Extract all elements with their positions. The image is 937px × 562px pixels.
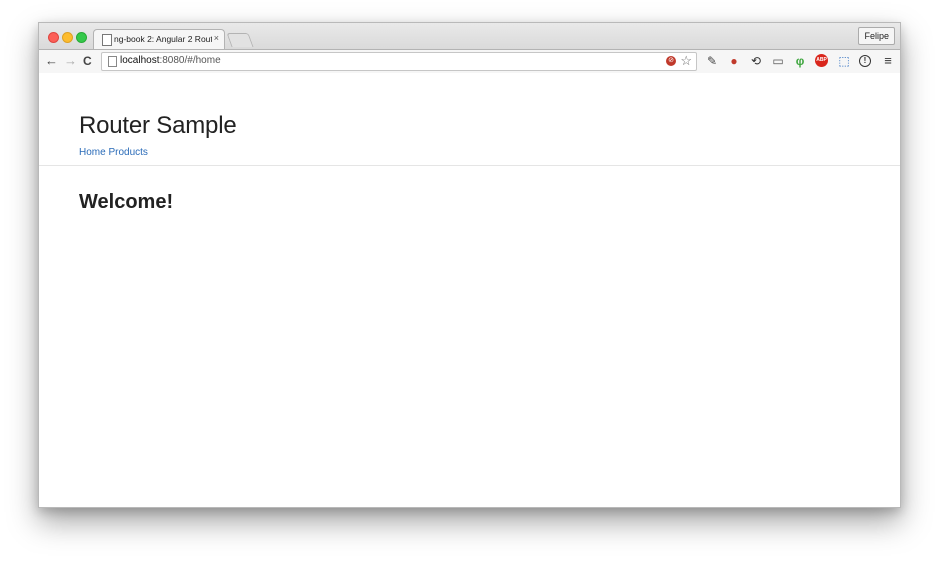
profile-button[interactable]: Felipe: [858, 27, 895, 45]
browser-tab[interactable]: ng-book 2: Angular 2 Rout ×: [93, 29, 225, 50]
minimize-window-button[interactable]: [62, 32, 73, 43]
forward-button[interactable]: →: [64, 54, 77, 68]
url-text: localhost:8080/#/home: [120, 55, 221, 66]
nav-link-home[interactable]: Home: [79, 147, 106, 158]
browser-window: ng-book 2: Angular 2 Rout × Felipe ← → C…: [38, 22, 901, 508]
welcome-heading: Welcome!: [79, 191, 174, 213]
zoom-window-button[interactable]: [76, 32, 87, 43]
url-path: :8080/#/home: [159, 55, 221, 66]
page-content: Router Sample Home Products Welcome!: [39, 73, 900, 507]
car-extension-icon[interactable]: ●: [727, 54, 741, 68]
info-extension-icon[interactable]: !: [859, 55, 871, 67]
reload-button[interactable]: C: [83, 54, 92, 68]
address-bar[interactable]: localhost:8080/#/home ⊘ ☆: [101, 52, 697, 71]
nav-links: Home Products: [79, 147, 148, 158]
cast-icon[interactable]: ▭: [771, 54, 785, 68]
close-window-button[interactable]: [48, 32, 59, 43]
nav-link-products[interactable]: Products: [108, 147, 147, 158]
pin-extension-icon[interactable]: ✎: [705, 54, 719, 68]
screenshot-extension-icon[interactable]: ⬚: [837, 54, 851, 68]
new-tab-button[interactable]: [226, 33, 254, 47]
chrome-menu-icon[interactable]: ≡: [881, 54, 895, 68]
page-title: Router Sample: [79, 112, 237, 139]
back-button[interactable]: ←: [45, 54, 58, 68]
close-tab-icon[interactable]: ×: [214, 33, 219, 43]
sync-extension-icon[interactable]: ⟲: [749, 54, 763, 68]
page-icon: [102, 34, 112, 46]
tab-title: ng-book 2: Angular 2 Rout: [114, 34, 212, 44]
bookmark-star-icon[interactable]: ☆: [680, 53, 692, 69]
page-info-icon[interactable]: [108, 56, 117, 67]
header-divider: [39, 165, 900, 166]
url-host: localhost: [120, 55, 160, 66]
browser-toolbar: ← → C localhost:8080/#/home ⊘ ☆ ✎ ● ⟲ ▭ …: [39, 49, 900, 74]
adblock-plus-icon[interactable]: ABP: [815, 54, 828, 67]
blocked-content-icon[interactable]: ⊘: [666, 56, 676, 66]
tab-strip: ng-book 2: Angular 2 Rout × Felipe: [39, 23, 900, 50]
phi-extension-icon[interactable]: φ: [793, 54, 807, 68]
